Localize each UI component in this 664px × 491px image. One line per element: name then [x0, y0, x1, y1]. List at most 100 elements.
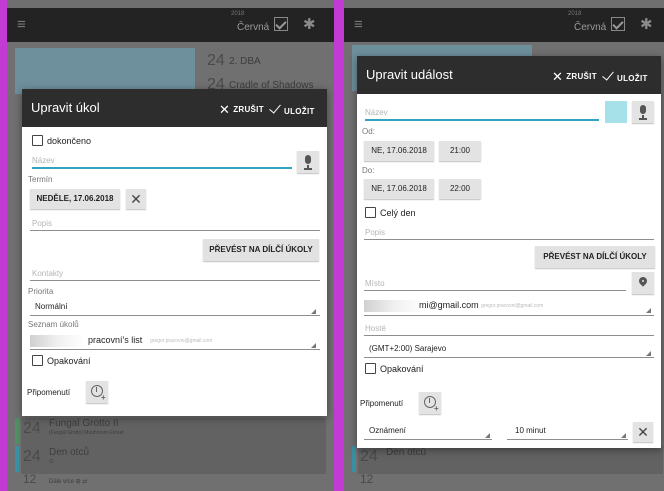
add-reminder-button[interactable]: + [86, 381, 108, 403]
dialog-title: Upravit událost [366, 67, 453, 82]
account-underline [364, 315, 654, 316]
convert-subtasks-button[interactable]: PŘEVÉST NA DÍLČÍ ÚKOLY [203, 239, 319, 261]
color-picker[interactable] [605, 101, 627, 123]
priority-label: Priorita [28, 287, 54, 296]
description-underline [364, 239, 654, 240]
event-title: Fungal Grotto II [49, 418, 119, 429]
year-label: 2018 [231, 11, 245, 17]
calendar-account-sub: gregor.pracovni@gmail.com [481, 303, 544, 309]
priority-select[interactable]: Normální [35, 302, 67, 311]
all-day-checkbox[interactable] [365, 207, 376, 218]
day-number: 24 [23, 448, 41, 465]
close-icon: ✕ [552, 69, 564, 84]
timezone-select[interactable]: (GMT+2:00) Sarajevo [369, 344, 446, 353]
dropdown-arrow-icon [646, 308, 651, 313]
day-number: 12 [23, 472, 37, 486]
close-icon: ✕ [219, 102, 231, 117]
calendar-account-select[interactable]: mi@gmail.com [419, 300, 479, 310]
tasks-icon[interactable] [274, 17, 288, 31]
menu-icon[interactable]: ≡ [354, 17, 363, 32]
bug-icon[interactable]: ✱ [640, 15, 653, 33]
day-number: 24 [360, 448, 378, 465]
event-color-bar [15, 418, 19, 444]
from-time-button[interactable]: 21:00 [439, 141, 481, 161]
save-button[interactable]: ULOŽIT [269, 101, 315, 116]
left-screen: ≡ 2018 Červná ✱ 24 2. DBA 24 Cradle of S… [7, 0, 334, 491]
event-subtitle: (Fungal Grotto) Mushroom Forest [49, 430, 124, 436]
remove-reminder-button[interactable]: ✕ [633, 422, 653, 442]
name-input[interactable]: Název [365, 108, 388, 117]
repeat-checkbox[interactable] [365, 363, 376, 374]
event-subtitle: Dále více ⊞ ⇄ [49, 479, 88, 485]
description-underline [30, 230, 320, 231]
task-list-underline [30, 349, 320, 350]
reminders-label: Připomenutí [27, 388, 71, 397]
menu-icon[interactable]: ≡ [17, 17, 26, 32]
tasks-icon[interactable] [611, 17, 625, 31]
dropdown-arrow-icon [646, 351, 651, 356]
to-time-button[interactable]: 22:00 [439, 179, 481, 199]
name-input-underline [365, 119, 599, 121]
clear-deadline-button[interactable]: ✕ [126, 189, 146, 209]
edit-task-dialog: Upravit úkol ✕ ZRUŠIT ULOŽIT dokončeno Ná… [22, 89, 327, 416]
location-underline [364, 290, 626, 291]
task-list-label: Seznam úkolů [28, 320, 79, 329]
deadline-label: Termín [28, 175, 53, 184]
description-input[interactable]: Popis [32, 219, 52, 228]
convert-subtasks-button[interactable]: PŘEVÉST NA DÍLČÍ ÚKOLY [535, 246, 655, 268]
day-number: 24 [207, 52, 225, 69]
event-title: Den otců [49, 447, 90, 458]
cancel-button[interactable]: ✕ ZRUŠIT [219, 102, 264, 118]
from-date-button[interactable]: NE, 17.06.2018 [364, 141, 434, 161]
guests-underline [364, 335, 654, 336]
contacts-underline [30, 280, 320, 281]
event-title: Den otců [386, 447, 427, 458]
account-color-bar [30, 335, 85, 347]
right-screen: ≡ 2018 Červná ✱ 24 Den otců 12 Upravit u… [344, 0, 664, 491]
day-number: 12 [360, 472, 374, 486]
dialog-title: Upravit úkol [31, 100, 100, 115]
bug-icon[interactable]: ✱ [303, 15, 316, 33]
repeat-checkbox[interactable] [32, 355, 43, 366]
check-icon [269, 101, 281, 114]
month-label[interactable]: Červná [237, 22, 269, 33]
notification-type-select[interactable]: Oznámení [369, 426, 406, 435]
task-list-select[interactable]: pracovní's list [88, 335, 142, 345]
timezone-underline [364, 357, 654, 358]
location-input[interactable]: Místo [365, 279, 385, 288]
check-icon [602, 68, 614, 81]
event-subtitle: ⊙ [49, 459, 55, 465]
account-color-bar [364, 300, 424, 312]
notification-type-underline [364, 439, 492, 440]
deadline-date-button[interactable]: NEDĚLE, 17.06.2018 [30, 189, 120, 209]
name-input-underline [32, 167, 292, 169]
location-pin-icon[interactable] [632, 272, 654, 294]
notification-time-underline [507, 439, 628, 440]
contacts-input[interactable]: Kontakty [32, 269, 63, 278]
description-input[interactable]: Popis [365, 228, 385, 237]
top-bar: ≡ 2018 Červná ✱ [344, 8, 664, 42]
repeat-label: Opakování [380, 364, 424, 374]
month-label[interactable]: Červná [574, 22, 606, 33]
microphone-icon[interactable] [632, 101, 654, 123]
notification-time-select[interactable]: 10 minut [515, 426, 546, 435]
from-label: Od: [362, 127, 375, 136]
to-date-button[interactable]: NE, 17.06.2018 [364, 179, 434, 199]
dropdown-arrow-icon [311, 343, 316, 348]
add-reminder-button[interactable]: + [419, 392, 441, 414]
year-label: 2018 [568, 11, 582, 17]
name-input[interactable]: Název [32, 156, 55, 165]
guests-input[interactable]: Hosté [365, 324, 386, 333]
dropdown-arrow-icon [621, 433, 626, 438]
event-title: 2. DBA [229, 56, 261, 67]
cancel-button[interactable]: ✕ ZRUŠIT [552, 69, 597, 85]
mini-month-strip [15, 48, 195, 94]
top-bar: ≡ 2018 Červná ✱ [7, 8, 334, 42]
event-color-bar [15, 446, 19, 472]
done-checkbox[interactable] [32, 135, 43, 146]
priority-underline [30, 315, 320, 316]
save-button[interactable]: ULOŽIT [602, 68, 648, 83]
microphone-icon[interactable] [297, 151, 319, 173]
event-color-bar [352, 446, 356, 472]
dropdown-arrow-icon [311, 309, 316, 314]
